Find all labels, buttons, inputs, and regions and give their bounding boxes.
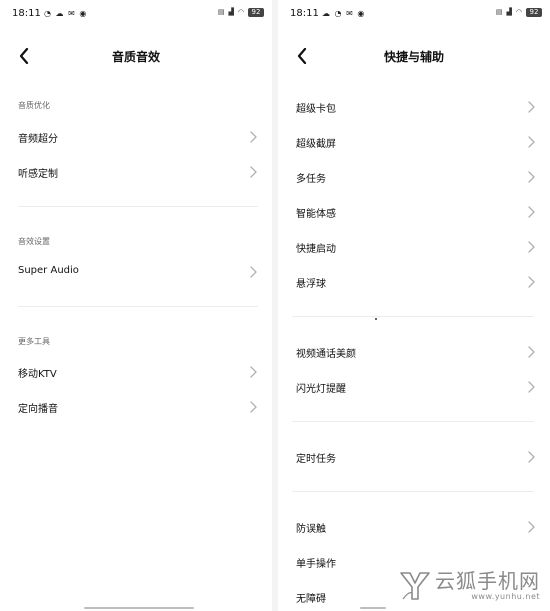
list-item-multitask[interactable]: 多任务 — [278, 162, 550, 192]
chevron-right-icon — [528, 381, 535, 393]
page-title: 快捷与辅助 — [383, 50, 444, 64]
divider — [18, 306, 258, 307]
list-item-flash-alert[interactable]: 闪光灯提醒 — [278, 372, 550, 402]
divider — [292, 421, 534, 422]
dot-mark — [375, 318, 377, 320]
list-item-label: 无障碍 — [296, 594, 326, 605]
list-item-audio-super-resolution[interactable]: 音频超分 — [0, 122, 272, 152]
network-speed-icon: ▤ — [217, 8, 225, 16]
divider — [18, 206, 258, 207]
wifi-icon: ◠ — [515, 8, 522, 16]
list-item-label: 视频通话美颜 — [296, 349, 356, 360]
list-item-video-call-beauty[interactable]: 视频通话美颜 — [278, 337, 550, 367]
list-item-label: 智能体感 — [296, 209, 336, 220]
status-bar: 18:11 ◔ ☁ ✉ ◉ ▤ ▟ ◠ 92 — [8, 7, 264, 23]
chevron-right-icon — [528, 521, 535, 533]
chevron-right-icon — [528, 346, 535, 358]
list-item-directional-playback[interactable]: 定向播音 — [0, 392, 272, 422]
list-item-super-audio[interactable]: Super Audio — [0, 257, 272, 287]
list-item-quick-launch[interactable]: 快捷启动 — [278, 232, 550, 262]
section-title: 音质优化 — [18, 101, 50, 110]
header: 音质音效 — [0, 44, 272, 68]
list-item-label: 快捷启动 — [296, 244, 336, 255]
chevron-right-icon — [528, 451, 535, 463]
list-item-super-screenshot[interactable]: 超级截屏 — [278, 127, 550, 157]
left-screen: 18:11 ◔ ☁ ✉ ◉ ▤ ▟ ◠ 92 音质音效 音质优化 音频超分 听感… — [0, 0, 272, 611]
signal-icon: ▟ — [506, 8, 512, 16]
list-item-scheduled-tasks[interactable]: 定时任务 — [278, 442, 550, 472]
battery-icon: 92 — [248, 8, 264, 17]
status-time: 18:11 — [12, 8, 41, 19]
list-item-label: 超级截屏 — [296, 139, 336, 150]
page-title: 音质音效 — [111, 50, 160, 64]
divider — [292, 316, 534, 317]
network-speed-icon: ▤ — [495, 8, 503, 16]
chevron-right-icon — [528, 101, 535, 113]
chevron-right-icon — [250, 131, 257, 143]
list-item-mobile-ktv[interactable]: 移动KTV — [0, 357, 272, 387]
header: 快捷与辅助 — [278, 44, 550, 68]
right-screen: 18:11 ☁ ◔ ✉ ◉ ▤ ▟ ◠ 92 快捷与辅助 超级卡包 超级截屏 多… — [278, 0, 550, 611]
list-item-accidental-touch[interactable]: 防误触 — [278, 512, 550, 542]
list-item-super-card-wallet[interactable]: 超级卡包 — [278, 92, 550, 122]
chevron-right-icon — [250, 366, 257, 378]
list-item-floating-ball[interactable]: 悬浮球 — [278, 267, 550, 297]
notification-icons: ☁ ◔ ✉ ◉ — [322, 9, 366, 18]
chevron-right-icon — [528, 276, 535, 288]
watermark-url: www.yunhu.net — [471, 591, 540, 601]
list-item-label: 定时任务 — [296, 454, 336, 465]
watermark-title: 云狐手机网 — [435, 568, 540, 593]
status-bar: 18:11 ☁ ◔ ✉ ◉ ▤ ▟ ◠ 92 — [286, 7, 542, 23]
status-right-icons: ▤ ▟ ◠ 92 — [496, 8, 542, 17]
list-item-label: 定向播音 — [18, 404, 58, 415]
list-item-label: 悬浮球 — [296, 279, 326, 290]
chevron-right-icon — [528, 171, 535, 183]
list-item-label: 单手操作 — [296, 559, 336, 570]
list-item-label: 防误触 — [296, 524, 326, 535]
list-item-label: Super Audio — [18, 265, 79, 276]
divider — [292, 491, 534, 492]
chevron-right-icon — [250, 401, 257, 413]
status-time: 18:11 — [290, 8, 319, 19]
section-title: 更多工具 — [18, 337, 50, 346]
battery-icon: 92 — [526, 8, 542, 17]
status-right-icons: ▤ ▟ ◠ 92 — [218, 8, 264, 17]
wifi-icon: ◠ — [237, 8, 244, 16]
section-title: 音效设置 — [18, 237, 50, 246]
list-item-label: 闪光灯提醒 — [296, 384, 346, 395]
yunhu-logo-icon — [400, 572, 430, 600]
notification-icons: ◔ ☁ ✉ ◉ — [44, 9, 88, 18]
watermark: 云狐手机网 www.yunhu.net — [399, 569, 540, 601]
chevron-right-icon — [250, 166, 257, 178]
chevron-right-icon — [528, 206, 535, 218]
list-item-label: 移动KTV — [18, 369, 57, 380]
signal-icon: ▟ — [228, 8, 234, 16]
list-item-label: 超级卡包 — [296, 104, 336, 115]
list-item-label: 音频超分 — [18, 134, 58, 145]
chevron-right-icon — [528, 241, 535, 253]
list-item-hearing-customization[interactable]: 听感定制 — [0, 157, 272, 187]
list-item-label: 听感定制 — [18, 169, 58, 180]
home-indicator — [84, 607, 194, 609]
chevron-right-icon — [250, 266, 257, 278]
home-indicator — [360, 607, 386, 609]
list-item-smart-motion[interactable]: 智能体感 — [278, 197, 550, 227]
watermark-text: 云狐手机网 www.yunhu.net — [435, 570, 540, 601]
chevron-right-icon — [528, 136, 535, 148]
list-item-label: 多任务 — [296, 174, 326, 185]
